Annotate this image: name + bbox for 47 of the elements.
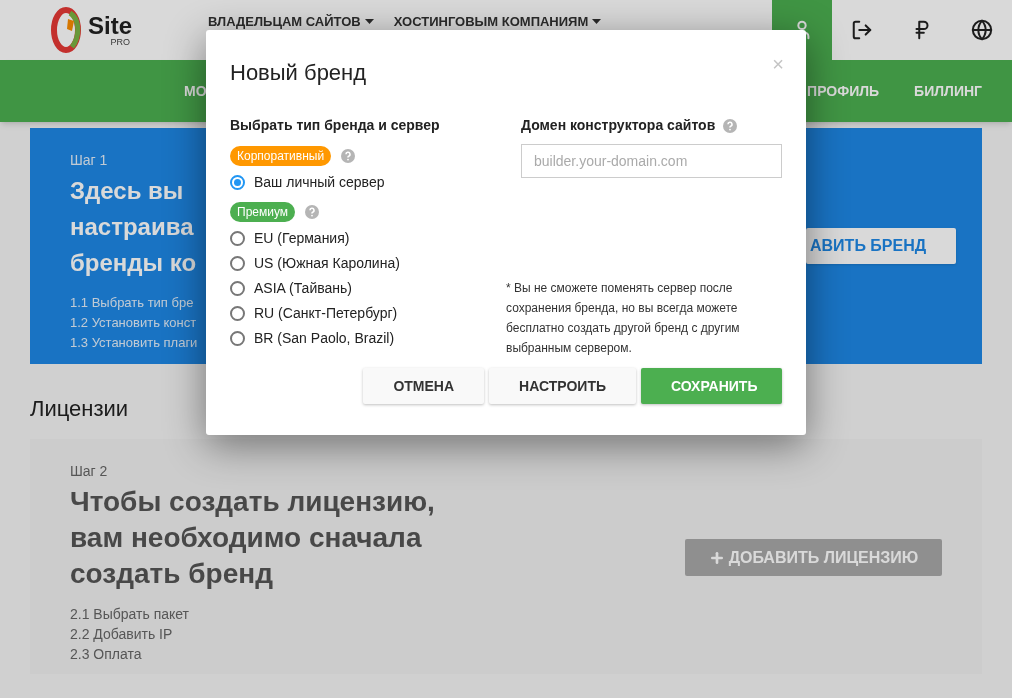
logo-text: Site [88, 13, 132, 38]
dialog-button[interactable]: НАСТРОИТЬ [489, 368, 636, 404]
step-title: вам необходимо сначала [70, 521, 423, 555]
plus-icon [708, 549, 725, 566]
tier-badge: Премиум [230, 202, 296, 222]
dialog-button[interactable]: ОТМЕНА [363, 368, 485, 404]
step-item: 1.2 Установить конст [70, 314, 198, 332]
nav-link[interactable]: ХОСТИНГОВЫМ КОМПАНИЯМ [393, 12, 602, 32]
radio-button[interactable] [230, 305, 245, 321]
add-brand-button[interactable]: АВИТЬ БРЕНД [806, 228, 957, 264]
step-item: 1.1 Выбрать тип бре [70, 294, 195, 312]
logo-icon [50, 7, 82, 53]
radio-button[interactable] [230, 280, 245, 296]
server-option[interactable]: US (Южная Каролина) [230, 253, 400, 273]
radio-button[interactable] [230, 174, 245, 190]
step-title: Здесь вы [70, 176, 185, 206]
caret-icon [364, 18, 374, 25]
step-item: 2.1 Выбрать пакет [70, 605, 190, 624]
server-option[interactable]: BR (San Paolo, Brazil) [230, 328, 395, 348]
logout-icon [851, 19, 873, 41]
step-title: настраива [70, 212, 195, 242]
field-label: Домен конструктора сайтов [521, 116, 716, 135]
radio-button[interactable] [230, 255, 245, 271]
field-label: Выбрать тип бренда и сервер [230, 116, 441, 135]
caret-icon [592, 18, 602, 25]
step-title: создать бренд [70, 557, 274, 591]
radio-button[interactable] [230, 230, 245, 246]
server-option[interactable]: ASIA (Тайвань) [230, 278, 352, 298]
domain-field[interactable]: builder.your-domain.com [521, 144, 782, 178]
step-label: Шаг 2 [70, 462, 109, 481]
step-item: 1.3 Установить плаги [70, 334, 198, 352]
section-title: Лицензии [30, 395, 130, 423]
server-option[interactable]: RU (Санкт-Петербург) [230, 303, 398, 323]
modal-title: Новый бренд [230, 59, 367, 87]
step-title: бренды ко [70, 248, 198, 278]
tier-badge: Корпоративный [230, 146, 332, 166]
globe-icon [971, 19, 993, 41]
radio-button[interactable] [230, 330, 245, 346]
server-note: * Вы не сможете поменять сервер после сохранения бренда, но вы всегда можете бесплатно создать другой бренд с другим выбранным сервером. [506, 280, 741, 357]
nav-link[interactable]: ВЛАДЕЛЬЦАМ САЙТОВ [208, 12, 374, 32]
server-option[interactable]: EU (Германия) [230, 228, 350, 248]
server-option[interactable]: Ваш личный сервер [230, 172, 385, 192]
step-item: 2.2 Добавить IP [70, 625, 174, 644]
logo-subtext: PRO [110, 37, 130, 47]
step-label: Шаг 1 [70, 151, 109, 170]
step-title: Чтобы создать лицензию, [70, 485, 435, 519]
step-item: 2.3 Оплата [70, 645, 143, 664]
